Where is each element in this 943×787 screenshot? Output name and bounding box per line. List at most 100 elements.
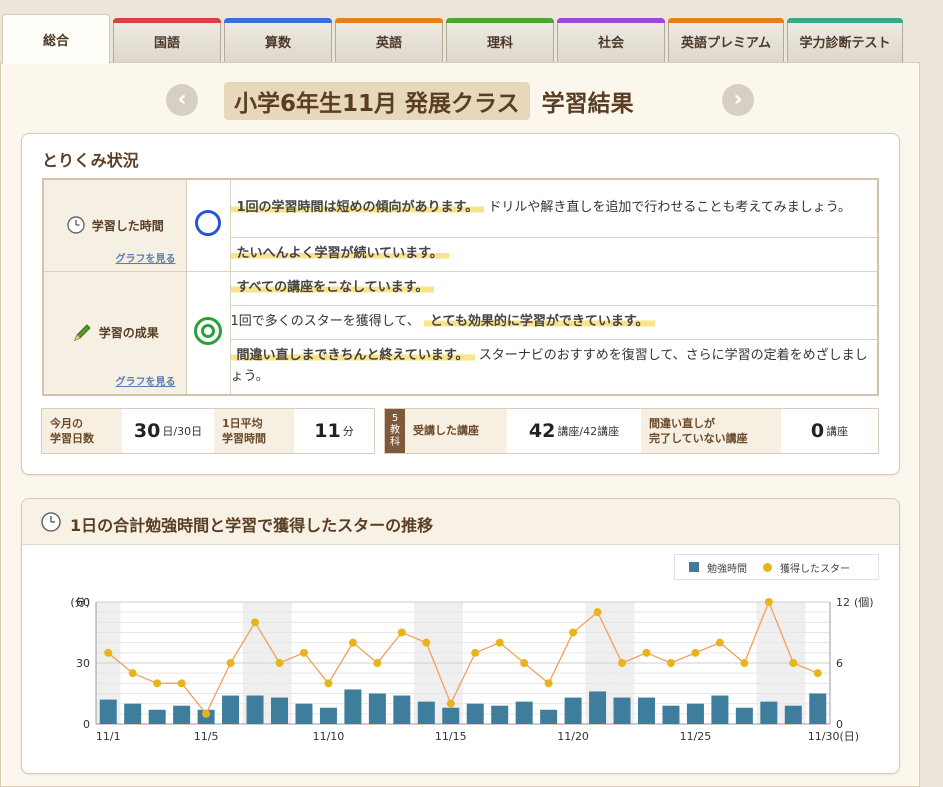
time-graph-link[interactable]: グラフを見る [116,250,176,265]
stars-point [177,679,186,688]
study-time-bar [368,693,386,724]
tab-color-bar [557,18,665,23]
right-tick-label: 12 [836,596,850,609]
study-time-bar [491,705,509,724]
avg-time-value: 11 分 [314,420,354,442]
study-time-bar [735,707,753,724]
stars-point [740,659,749,667]
tab-label: 算数 [264,36,291,51]
study-time-bar [809,693,827,724]
uncorrected-value: 0 講座 [810,420,849,442]
x-tick-label: 11/20 [557,730,589,743]
time-message-2-highlight: たいへんよく学習が続いています。 [230,245,449,261]
stars-point [202,709,211,718]
study-time-bar [344,689,362,724]
tab-label: 国語 [153,36,180,51]
study-time-bar [124,703,142,724]
subject-tabs: 総合 国語 算数 英語 理科 社会 英語プレミアム 学力診断テスト [0,14,920,64]
tab-5[interactable]: 社会 [557,18,665,64]
time-category-label: 学習した時間 [91,218,164,233]
study-time-bar [393,695,411,724]
time-message-2: たいへんよく学習が続いています。 [229,236,879,272]
study-time-bar [589,691,607,724]
double-circle-mark-icon [194,316,222,345]
x-tick-label: 11/15 [435,730,467,743]
study-time-bar [222,695,240,724]
stars-point [593,608,602,617]
tab-2[interactable]: 算数 [224,18,332,64]
legend-dot-label: 獲得したスター [780,563,850,575]
stars-point [422,638,431,647]
result-graph-link[interactable]: グラフを見る [116,373,176,388]
study-time-bar [99,699,117,724]
study-time-bar [295,703,313,724]
stars-point [446,699,455,708]
tab-label: 理科 [486,36,513,51]
legend-dot-swatch [763,562,772,572]
tab-color-bar [224,18,332,23]
result-message-2: 1回で多くのスターを獲得して、 とても効果的に学習ができています。 [229,304,879,340]
stars-point [642,648,651,657]
status-panel-title: とりくみ状況 [42,151,139,170]
stars-point [373,659,382,667]
study-time-bar [319,707,337,724]
study-time-bar [540,709,558,724]
x-tick-label: 11/25 [680,730,712,743]
next-month-button[interactable]: › [722,84,754,116]
stars-point [299,648,308,657]
tab-label: 英語 [375,36,402,51]
study-time-bar [686,703,704,724]
time-message-1: 1回の学習時間は短めの傾向があります。 ドリルや解き直しを追加で行わせることも考… [229,178,879,238]
tab-1[interactable]: 国語 [113,18,221,64]
tab-color-bar [668,18,784,23]
study-time-bar [148,709,166,724]
tab-label: 社会 [597,36,624,51]
stars-point [789,659,798,667]
result-message-1-highlight: すべての講座をこなしています。 [230,279,435,295]
stars-point [813,669,822,678]
prev-month-button[interactable]: ‹ [166,84,198,116]
study-chart: (分) 030600612 (個)11/1 11/5 11/10 11/15 11/20 1… [70,596,873,743]
stars-point [520,659,529,667]
study-time-bar [246,695,264,724]
time-message-1-highlight: 1回の学習時間は短めの傾向があります。 [230,199,485,215]
courses-value: 42 講座/42講座 [528,420,620,442]
study-time-bar [784,705,802,724]
tab-6[interactable]: 英語プレミアム [668,18,784,64]
left-tick-label: 0 [83,718,90,731]
result-message-2-text: 1回で多くのスターを獲得して、 [230,313,420,329]
stars-point [495,638,504,647]
stars-point [618,659,627,667]
chart-panel-title: 1日の合計勉強時間と学習で獲得したスターの推移 [70,516,434,535]
stars-point [715,638,724,647]
stars-point [691,648,700,657]
result-message-1: すべての講座をこなしています。 [229,270,879,306]
tab-7[interactable]: 学力診断テスト [787,18,903,64]
stars-point [666,659,675,667]
study-time-bar [515,701,533,724]
time-mark [185,178,231,272]
tab-label: 英語プレミアム [680,36,772,51]
tab-0[interactable]: 総合 [2,14,110,64]
clock-icon [67,216,85,234]
left-tick-label: 60 [76,596,90,609]
x-tick-label: 11/5 [194,730,219,743]
tab-4[interactable]: 理科 [446,18,554,64]
tab-3[interactable]: 英語 [335,18,443,64]
result-message-3: 間違い直しまできちんと終えています。 スターナビのおすすめを復習して、さらに学習… [229,338,879,396]
pencil-icon [73,324,91,341]
study-time-bar [564,697,582,724]
stars-point [764,598,773,606]
stars-point [251,618,260,627]
result-mark [185,270,231,396]
five-subjects-badge: 5 教 科 [385,409,405,453]
study-time-bar [442,707,460,724]
result-message-2-highlight: とても効果的に学習ができています。 [423,313,655,329]
stars-point [348,638,357,647]
tab-label: 学力診断テスト [799,36,891,51]
stars-point [226,659,235,667]
stars-point [397,628,406,637]
study-time-bar [662,705,680,724]
tab-color-bar [787,18,903,23]
legend-bar-label: 勉強時間 [707,563,747,575]
